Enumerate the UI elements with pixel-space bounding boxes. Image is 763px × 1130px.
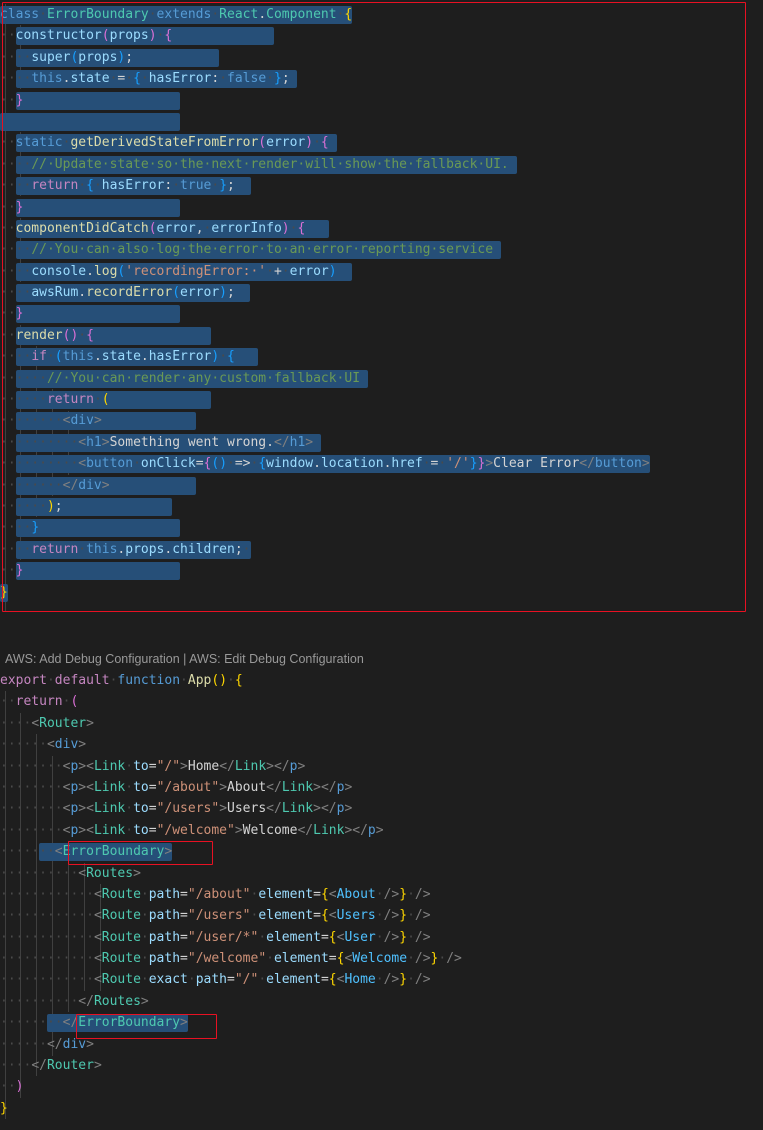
code-line[interactable]: ······return·( xyxy=(0,389,763,410)
code-line[interactable]: ····<Router> xyxy=(0,713,763,734)
code-line[interactable]: ··) xyxy=(0,1076,763,1097)
code-line[interactable]: ······<div> xyxy=(0,734,763,755)
code-line[interactable]: ····super(props); xyxy=(0,47,763,68)
code-line[interactable]: } xyxy=(0,582,763,603)
code-line[interactable]: ······//·You·can·render·any·custom·fallb… xyxy=(0,368,763,389)
code-editor-screenshot: class·ErrorBoundary·extends·React.Compon… xyxy=(0,0,763,1130)
code-line[interactable]: } xyxy=(0,1098,763,1119)
code-line[interactable]: ··render()·{ xyxy=(0,325,763,346)
code-line[interactable]: ··componentDidCatch(error,·errorInfo)·{ xyxy=(0,218,763,239)
app-code-block[interactable]: export·default·function·App()·{ ··return… xyxy=(0,670,763,1120)
code-line[interactable]: ····return·this.props.children;· xyxy=(0,539,763,560)
code-line[interactable]: ····awsRum.recordError(error); xyxy=(0,282,763,303)
code-line[interactable]: ··} xyxy=(0,90,763,111)
code-line[interactable]: ····//·Update·state·so·the·next·render·w… xyxy=(0,154,763,175)
code-line[interactable]: ····} xyxy=(0,517,763,538)
code-line[interactable]: ··return·( xyxy=(0,691,763,712)
aws-debug-configuration-codelens[interactable]: AWS: Add Debug Configuration | AWS: Edit… xyxy=(5,650,364,668)
code-line[interactable]: ····this.state·=·{·hasError:·false·}; xyxy=(0,68,763,89)
code-line[interactable]: ············<Route·path="/welcome"·eleme… xyxy=(0,948,763,969)
code-line[interactable]: class·ErrorBoundary·extends·React.Compon… xyxy=(0,4,763,25)
code-line[interactable]: ····</Router> xyxy=(0,1055,763,1076)
code-line[interactable]: ············<Route·path="/about"·element… xyxy=(0,884,763,905)
code-line[interactable]: ··········<Routes> xyxy=(0,863,763,884)
code-line[interactable]: ····//·You·can·also·log·the·error·to·an·… xyxy=(0,239,763,260)
code-line[interactable]: ··constructor(props)·{ xyxy=(0,25,763,46)
code-line-blank[interactable] xyxy=(0,111,763,132)
code-line[interactable]: ····console.log('recordingError:·'·+·err… xyxy=(0,261,763,282)
code-line[interactable]: export·default·function·App()·{ xyxy=(0,670,763,691)
code-line[interactable]: ····return·{·hasError:·true·}; xyxy=(0,175,763,196)
error-boundary-code-block[interactable]: class·ErrorBoundary·extends·React.Compon… xyxy=(0,4,763,612)
code-line[interactable]: ··········<h1>Something went wrong.</h1> xyxy=(0,432,763,453)
code-line[interactable]: ············<Route·path="/users"·element… xyxy=(0,905,763,926)
code-line[interactable]: ············<Route·path="/user/*"·elemen… xyxy=(0,927,763,948)
code-line[interactable]: ··static·getDerivedStateFromError(error)… xyxy=(0,132,763,153)
code-line[interactable]: ··} xyxy=(0,303,763,324)
code-line[interactable]: ········<p><Link·to="/welcome">Welcome</… xyxy=(0,820,763,841)
code-line[interactable]: ······</div> xyxy=(0,1034,763,1055)
code-line[interactable]: ······); xyxy=(0,496,763,517)
code-line[interactable]: ············<Route·exact·path="/"·elemen… xyxy=(0,969,763,990)
code-line[interactable]: ········<div> xyxy=(0,410,763,431)
code-line[interactable]: ····if·(this.state.hasError)·{ xyxy=(0,346,763,367)
code-line-error-boundary-open[interactable]: ·······<ErrorBoundary> xyxy=(0,841,763,862)
code-line[interactable]: ········<p><Link·to="/about">About</Link… xyxy=(0,777,763,798)
code-line[interactable]: ··} xyxy=(0,560,763,581)
code-line[interactable]: ··········<button·onClick={()·=>·{window… xyxy=(0,453,763,474)
code-line[interactable]: ··} xyxy=(0,197,763,218)
code-line[interactable]: ········<p><Link·to="/">Home</Link></p> xyxy=(0,756,763,777)
code-line[interactable]: ········<p><Link·to="/users">Users</Link… xyxy=(0,798,763,819)
code-line[interactable]: ··········</Routes> xyxy=(0,991,763,1012)
code-line-error-boundary-close[interactable]: ········</ErrorBoundary> xyxy=(0,1012,763,1033)
code-line[interactable]: ········</div> xyxy=(0,475,763,496)
